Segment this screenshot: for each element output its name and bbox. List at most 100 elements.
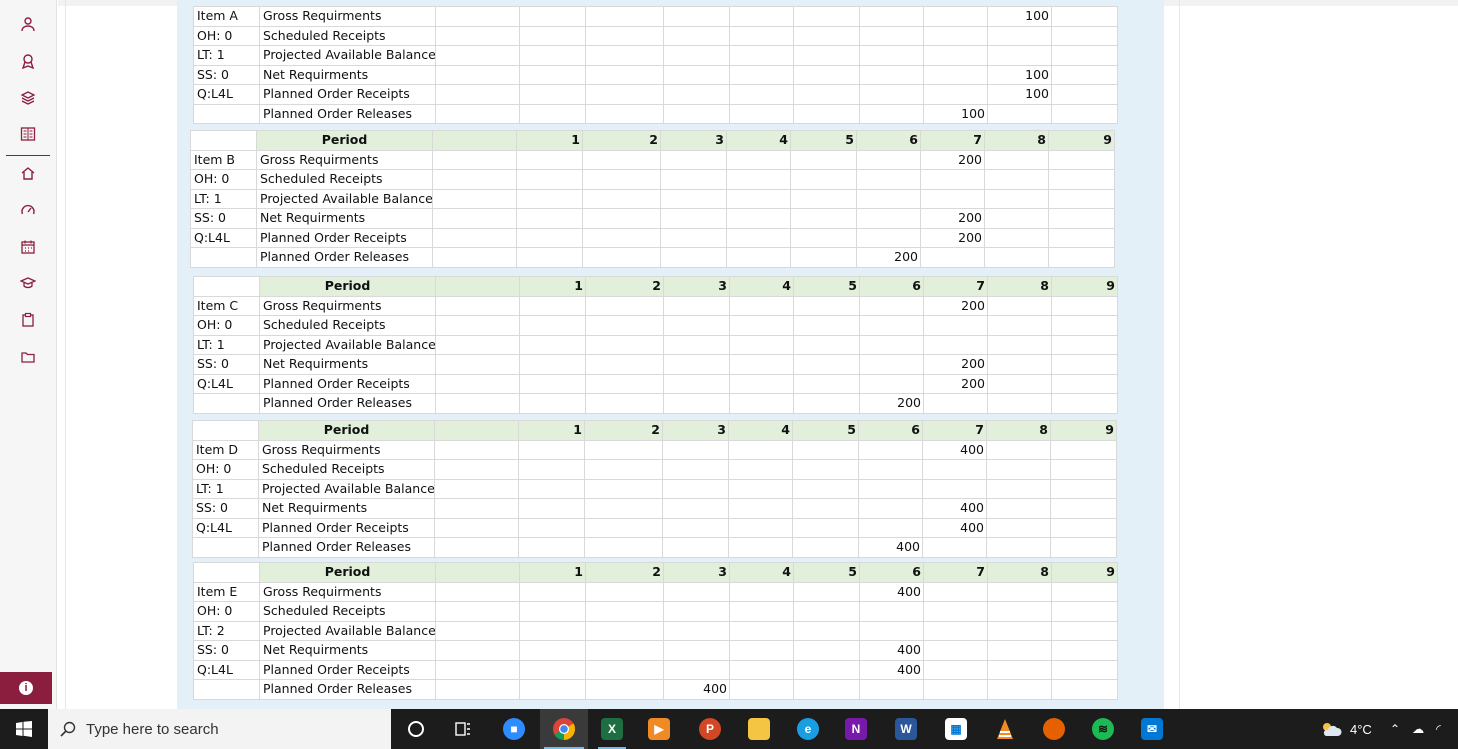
value-cell: 400 bbox=[859, 659, 924, 680]
value-cell bbox=[729, 103, 794, 124]
mrp-row: Item A Gross Requirments 100 bbox=[193, 6, 1118, 27]
media-icon[interactable]: ▶ bbox=[643, 713, 675, 745]
value-cell: 400 bbox=[922, 498, 987, 519]
start-button[interactable] bbox=[0, 709, 48, 749]
store-icon[interactable]: ▦ bbox=[940, 713, 972, 745]
value-cell bbox=[728, 498, 793, 519]
value-cell bbox=[729, 84, 794, 105]
vlc-icon[interactable] bbox=[989, 713, 1021, 745]
row-label: Net Requirments bbox=[259, 640, 436, 661]
value-cell bbox=[519, 581, 586, 602]
excel-icon[interactable]: X bbox=[596, 713, 628, 749]
value-cell bbox=[585, 679, 664, 700]
row-label: Projected Available Balance bbox=[259, 620, 436, 641]
value-cell bbox=[729, 64, 794, 85]
row-label: Gross Requirments bbox=[259, 295, 436, 316]
value-cell bbox=[793, 620, 860, 641]
item-attribute bbox=[193, 103, 260, 124]
item-attribute: OH: 0 bbox=[193, 315, 260, 336]
spacer-cell bbox=[432, 188, 517, 209]
value-cell bbox=[793, 354, 860, 375]
value-cell bbox=[984, 149, 1049, 170]
task-view-icon[interactable] bbox=[447, 713, 479, 745]
chevron-up-icon[interactable]: ⌃ bbox=[1390, 722, 1400, 736]
value-cell bbox=[519, 373, 586, 394]
courses-icon[interactable] bbox=[18, 273, 38, 293]
period-number: 2 bbox=[584, 420, 663, 441]
value-cell bbox=[858, 498, 923, 519]
value-cell bbox=[793, 640, 860, 661]
participants-icon[interactable] bbox=[18, 14, 38, 34]
item-attribute: LT: 1 bbox=[190, 188, 257, 209]
value-cell bbox=[726, 247, 791, 268]
spacer-cell bbox=[435, 373, 520, 394]
value-cell: 400 bbox=[859, 640, 924, 661]
value-cell bbox=[582, 149, 661, 170]
value-cell bbox=[923, 25, 988, 46]
value-cell bbox=[923, 620, 988, 641]
chrome-icon[interactable] bbox=[548, 713, 580, 745]
spacer-cell bbox=[435, 295, 520, 316]
value-cell bbox=[986, 537, 1051, 558]
value-cell bbox=[1051, 354, 1118, 375]
mrp-row: Q:L4L Planned Order Receipts 400 bbox=[192, 517, 1117, 538]
dashboard-icon[interactable] bbox=[18, 200, 38, 220]
value-cell bbox=[729, 601, 794, 622]
value-cell bbox=[793, 373, 860, 394]
cortana-icon[interactable] bbox=[400, 713, 432, 745]
spacer-cell bbox=[432, 149, 517, 170]
content-bank-icon[interactable] bbox=[18, 310, 38, 330]
zoom-icon[interactable]: ■ bbox=[498, 713, 530, 745]
value-cell bbox=[1048, 169, 1115, 190]
firefox-icon[interactable] bbox=[1038, 713, 1070, 745]
value-cell bbox=[663, 640, 730, 661]
value-cell bbox=[922, 537, 987, 558]
value-cell: 100 bbox=[923, 103, 988, 124]
value-cell bbox=[987, 315, 1052, 336]
badges-icon[interactable] bbox=[18, 51, 38, 71]
wifi-icon[interactable]: ◜ bbox=[1436, 722, 1441, 736]
mrp-row: Planned Order Releases 200 bbox=[190, 247, 1115, 268]
file-explorer-icon[interactable] bbox=[743, 713, 775, 745]
value-cell bbox=[793, 6, 860, 27]
onedrive-icon[interactable]: ☁ bbox=[1412, 722, 1424, 736]
home-icon[interactable] bbox=[18, 163, 38, 183]
edge-icon[interactable]: e bbox=[792, 713, 824, 745]
value-cell bbox=[516, 247, 583, 268]
header-blank-cell bbox=[193, 276, 260, 297]
period-number: 1 bbox=[519, 562, 586, 583]
value-cell bbox=[663, 84, 730, 105]
item-attribute: LT: 1 bbox=[193, 334, 260, 355]
mail-icon[interactable]: ✉ bbox=[1136, 713, 1168, 745]
calendar-icon[interactable] bbox=[18, 237, 38, 257]
value-cell bbox=[923, 581, 988, 602]
value-cell bbox=[923, 393, 988, 414]
accessibility-button[interactable]: i bbox=[0, 672, 52, 704]
row-label: Scheduled Receipts bbox=[259, 25, 436, 46]
value-cell bbox=[584, 498, 663, 519]
value-cell: 200 bbox=[859, 393, 924, 414]
mrp-row: LT: 1 Projected Available Balance bbox=[190, 188, 1115, 209]
spacer-cell bbox=[435, 640, 520, 661]
onenote-icon[interactable]: N bbox=[840, 713, 872, 745]
word-icon[interactable]: W bbox=[890, 713, 922, 745]
value-cell bbox=[663, 601, 730, 622]
taskbar-search-box[interactable]: Type here to search bbox=[48, 709, 391, 749]
value-cell bbox=[987, 354, 1052, 375]
period-number: 7 bbox=[922, 420, 987, 441]
folder-icon[interactable] bbox=[18, 347, 38, 367]
weather-widget[interactable]: 4°C bbox=[1320, 709, 1372, 749]
search-icon bbox=[60, 721, 76, 737]
spotify-icon[interactable]: ≋ bbox=[1087, 713, 1119, 745]
value-cell bbox=[729, 659, 794, 680]
value-cell bbox=[1048, 149, 1115, 170]
item-attribute: SS: 0 bbox=[190, 208, 257, 229]
competencies-icon[interactable] bbox=[18, 88, 38, 108]
spacer-cell bbox=[432, 208, 517, 229]
value-cell bbox=[984, 227, 1049, 248]
value-cell bbox=[663, 64, 730, 85]
value-cell bbox=[1051, 315, 1118, 336]
powerpoint-icon[interactable]: P bbox=[694, 713, 726, 745]
grades-icon[interactable] bbox=[18, 124, 38, 144]
value-cell bbox=[792, 517, 859, 538]
